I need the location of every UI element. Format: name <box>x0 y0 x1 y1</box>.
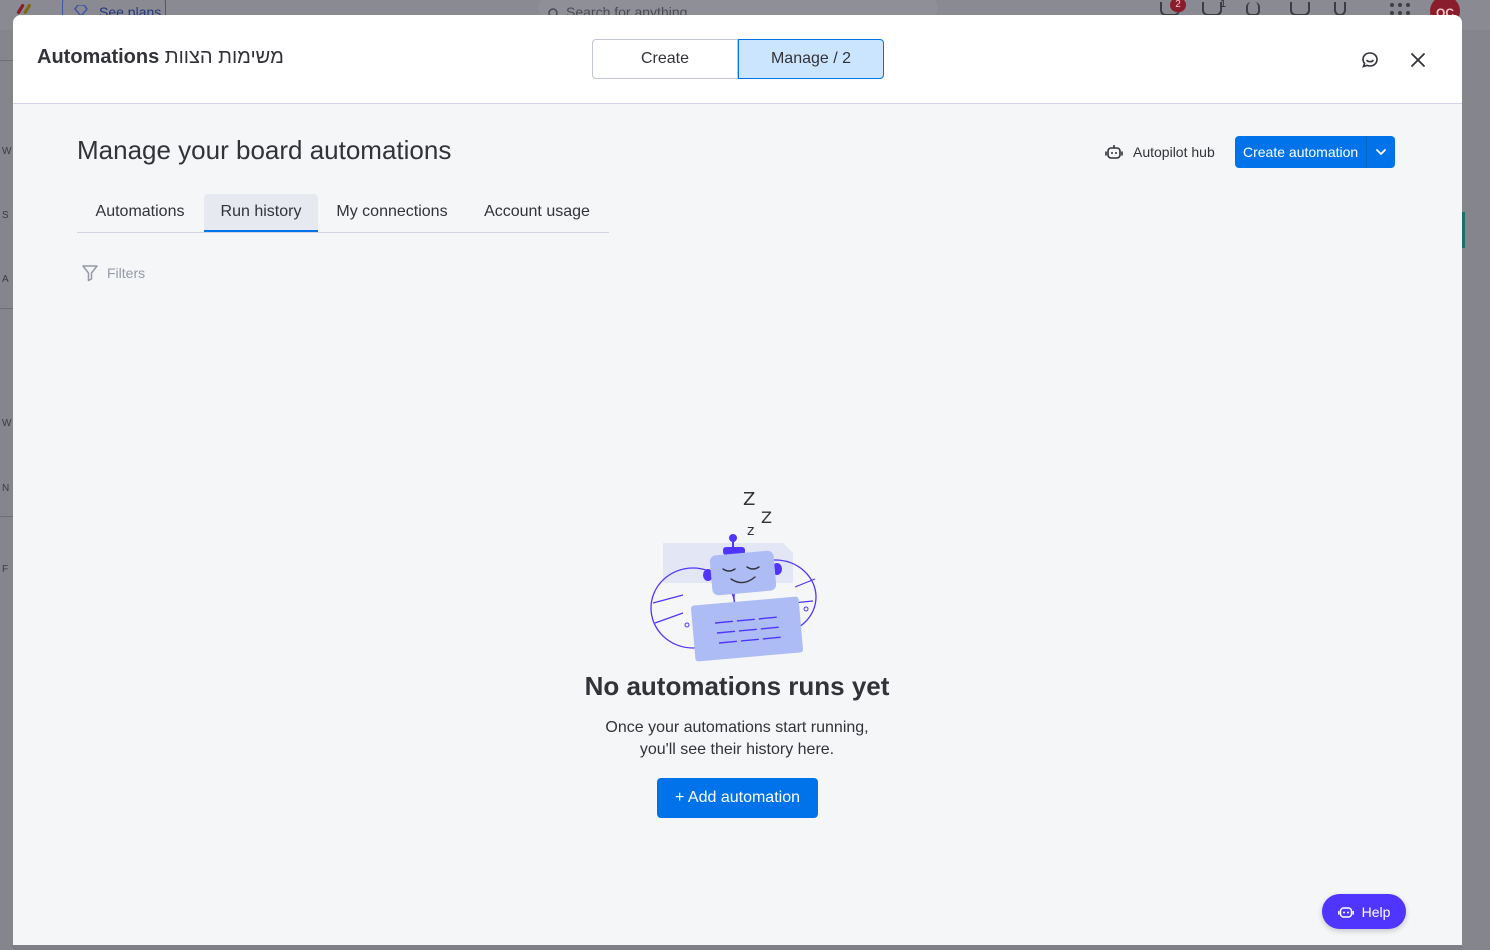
sidebar-letter: S <box>2 210 9 221</box>
sidebar-letter: N <box>2 483 10 494</box>
tab-account-usage[interactable]: Account usage <box>467 194 607 232</box>
robot-icon <box>1105 145 1123 159</box>
background-sidebar: W S A W N F <box>0 30 13 950</box>
modal-title-label: Automations <box>37 46 160 68</box>
robot-icon <box>1337 906 1354 918</box>
board-name: משימות הצוות <box>164 46 284 68</box>
sidebar-letter: A <box>2 274 9 285</box>
svg-text:Z: Z <box>743 489 755 510</box>
autopilot-hub-button[interactable]: Autopilot hub <box>1105 141 1215 163</box>
close-icon[interactable] <box>1407 49 1429 71</box>
create-automation-dropdown[interactable] <box>1367 136 1395 168</box>
inbox-count: 1 <box>1220 0 1227 10</box>
sidebar-letter: W <box>2 418 12 429</box>
inbox-icon <box>1202 2 1222 16</box>
modal-header: Automations משימות הצוות Create Manage /… <box>13 15 1462 104</box>
empty-state-title: No automations runs yet <box>584 671 890 701</box>
svg-text:z: z <box>747 523 754 539</box>
feedback-chat-icon[interactable] <box>1359 49 1381 71</box>
chevron-down-icon <box>1376 149 1387 155</box>
tab-automations[interactable]: Automations <box>77 194 203 232</box>
help-button[interactable]: Help <box>1322 894 1406 929</box>
empty-state-line-2: you'll see their history here. <box>639 741 835 758</box>
filters-label: Filters <box>107 265 146 281</box>
empty-state-line-1: Once your automations start running, <box>605 719 869 736</box>
help-label: Help <box>1361 903 1391 920</box>
person-icon <box>1246 2 1260 16</box>
manage-tab-button[interactable]: Manage / 2 <box>738 39 884 79</box>
divider <box>0 60 13 61</box>
filters-button[interactable]: Filters <box>81 264 145 282</box>
sidebar-letter: W <box>2 146 12 157</box>
divider <box>0 516 13 517</box>
background-right-edge <box>1462 30 1490 950</box>
sidebar-letter: F <box>2 564 9 575</box>
divider <box>0 308 13 309</box>
tab-my-connections[interactable]: My connections <box>319 194 465 232</box>
apps-grid-icon <box>1390 3 1410 15</box>
manage-tabs: Automations Run history My connections A… <box>77 194 609 233</box>
add-automation-button[interactable]: + Add automation <box>657 778 818 818</box>
mode-segmented-control: Create Manage / 2 <box>592 39 884 79</box>
apps-puzzle-icon <box>1290 2 1310 16</box>
create-tab-button[interactable]: Create <box>592 39 738 79</box>
sleeping-robot-illustration: Z Z z <box>650 489 817 662</box>
help-question-icon <box>1334 2 1346 16</box>
create-automation-split-button: Create automation <box>1235 136 1396 168</box>
tab-run-history[interactable]: Run history <box>204 194 318 232</box>
notifications-badge: 2 <box>1170 0 1186 12</box>
page-title: Manage your board automations <box>77 135 452 165</box>
svg-text:Z: Z <box>761 508 772 527</box>
monday-logo <box>16 4 32 14</box>
modal-title: Automations משימות הצוות <box>37 46 284 69</box>
autopilot-hub-label: Autopilot hub <box>1133 144 1215 160</box>
create-automation-button[interactable]: Create automation <box>1235 136 1368 168</box>
filter-funnel-icon <box>82 265 98 282</box>
empty-state-description: Once your automations start running, you… <box>487 717 987 761</box>
background-accent <box>1462 212 1465 248</box>
automations-modal: Automations משימות הצוות Create Manage /… <box>13 15 1462 945</box>
